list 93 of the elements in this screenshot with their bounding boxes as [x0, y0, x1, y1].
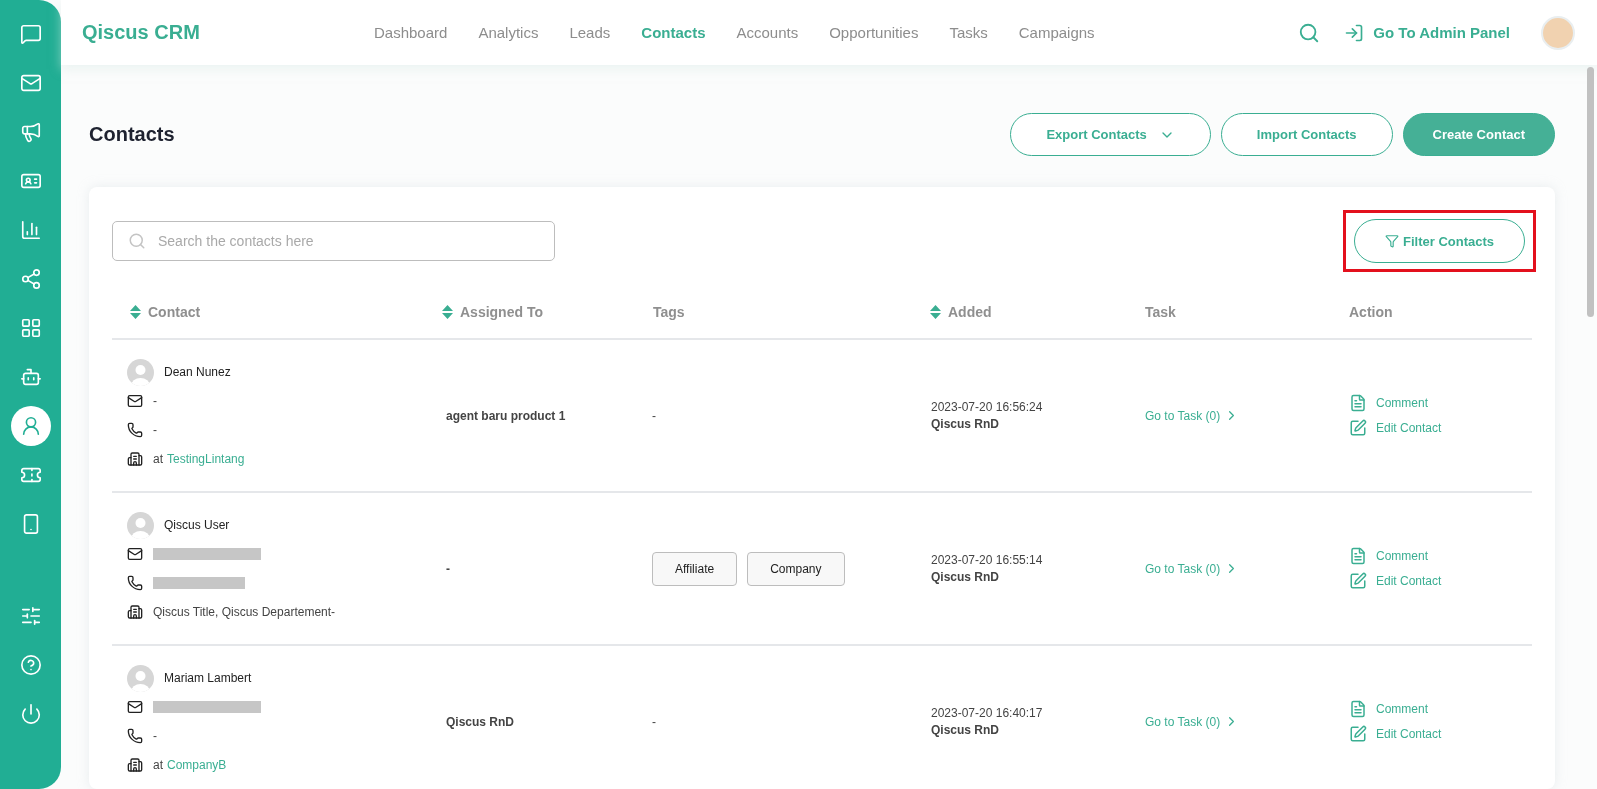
- mail-icon: [127, 393, 143, 409]
- avatar-placeholder: [127, 511, 154, 539]
- added-date: 2023-07-20 16:40:17: [931, 706, 1044, 720]
- page-title: Contacts: [89, 123, 175, 146]
- nav-link[interactable]: Tasks: [949, 24, 988, 41]
- tags-empty: -: [651, 408, 657, 423]
- sidebar-item[interactable]: [10, 406, 51, 446]
- edit-icon: [1349, 725, 1367, 743]
- nav-link[interactable]: Campaigns: [1018, 24, 1095, 41]
- tag-chip: Company: [747, 551, 845, 586]
- assigned-agent: agent baru product 1: [445, 408, 567, 423]
- added-by: Qiscus RnD: [931, 570, 1000, 584]
- phone-icon: [127, 728, 143, 744]
- nav-link[interactable]: Contacts: [641, 24, 706, 41]
- contact-name[interactable]: Qiscus User: [164, 518, 230, 532]
- column-header: Added: [948, 304, 992, 320]
- sort-icon[interactable]: [130, 305, 141, 319]
- building-icon: [127, 757, 143, 773]
- tags-empty: -: [651, 714, 657, 729]
- comment-icon: [1349, 700, 1367, 718]
- task-link[interactable]: Go to Task (0): [1122, 561, 1328, 576]
- building-icon: [127, 451, 143, 467]
- contact-detail: -: [153, 423, 157, 437]
- added-date: 2023-07-20 16:55:14: [931, 553, 1044, 567]
- chat-icon: [19, 23, 42, 45]
- comment-icon: [1349, 394, 1367, 412]
- edit-icon: [1349, 419, 1367, 437]
- added-by: Qiscus RnD: [931, 417, 1000, 431]
- edit-link[interactable]: Edit Contact: [1349, 725, 1532, 743]
- comment-link[interactable]: Comment: [1349, 394, 1532, 412]
- search-icon: [1298, 21, 1321, 44]
- power-icon: [19, 703, 42, 725]
- scrollbar-thumb[interactable]: [1587, 67, 1594, 317]
- sliders-icon: [19, 605, 42, 627]
- column-header: Contact: [148, 304, 201, 320]
- added-by: Qiscus RnD: [931, 723, 1000, 737]
- mail-icon: [127, 546, 143, 562]
- nav-link[interactable]: Opportunities: [829, 24, 919, 41]
- action-button[interactable]: Import Contacts: [1220, 113, 1393, 156]
- brand-logo: Qiscus CRM: [82, 21, 201, 44]
- login-icon: [1344, 22, 1365, 43]
- phone-icon: [127, 422, 143, 438]
- edit-icon: [1349, 572, 1367, 590]
- megaphone-icon: [19, 121, 42, 143]
- column-header: Tags: [653, 304, 685, 320]
- assigned-agent: -: [445, 561, 451, 576]
- column-header: Task: [1145, 304, 1176, 320]
- contact-name[interactable]: Mariam Lambert: [164, 671, 252, 685]
- task-link[interactable]: Go to Task (0): [1122, 714, 1328, 729]
- help-icon: [19, 654, 42, 676]
- admin-panel-link[interactable]: Go To Admin Panel: [1344, 22, 1510, 43]
- task-link[interactable]: Go to Task (0): [1122, 408, 1328, 423]
- mail-icon: [19, 72, 42, 94]
- user-avatar[interactable]: [1541, 15, 1575, 50]
- job-title: Qiscus Title, Qiscus Departement-: [153, 605, 336, 619]
- phone-icon: [127, 575, 143, 591]
- share-icon: [19, 268, 42, 290]
- contact-detail: -: [153, 729, 157, 743]
- export-dropdown[interactable]: Export Contacts: [1010, 113, 1211, 156]
- nav-link[interactable]: Dashboard: [374, 24, 448, 41]
- company-link[interactable]: TestingLintang: [167, 452, 245, 466]
- chart-icon: [19, 219, 42, 241]
- company-label: at: [153, 452, 163, 466]
- column-header: Action: [1349, 304, 1393, 320]
- building-icon: [127, 604, 143, 620]
- grid-icon: [19, 317, 42, 339]
- filter-button[interactable]: Filter Contacts: [1354, 219, 1525, 263]
- comment-link[interactable]: Comment: [1349, 700, 1532, 718]
- comment-link[interactable]: Comment: [1349, 547, 1532, 565]
- nav-link[interactable]: Accounts: [736, 24, 799, 41]
- avatar-placeholder: [127, 664, 154, 692]
- bot-icon: [19, 366, 42, 388]
- contact-detail: -: [153, 394, 157, 408]
- comment-icon: [1349, 547, 1367, 565]
- mail-icon: [127, 699, 143, 715]
- sort-icon[interactable]: [442, 305, 453, 319]
- edit-link[interactable]: Edit Contact: [1349, 572, 1532, 590]
- nav-link[interactable]: Analytics: [478, 24, 539, 41]
- contact-name[interactable]: Dean Nunez: [164, 365, 231, 379]
- filter-icon: [1385, 234, 1399, 248]
- company-link[interactable]: CompanyB: [167, 758, 227, 772]
- nav-link[interactable]: Leads: [569, 24, 611, 41]
- search-field[interactable]: Search the contacts here: [112, 221, 555, 261]
- column-header: Assigned To: [460, 304, 543, 320]
- avatar-placeholder: [127, 358, 154, 386]
- tag-chip: Affiliate: [652, 551, 738, 586]
- company-label: at: [153, 758, 163, 772]
- added-date: 2023-07-20 16:56:24: [931, 400, 1044, 414]
- edit-link[interactable]: Edit Contact: [1349, 419, 1532, 437]
- assigned-agent: Qiscus RnD: [445, 714, 515, 729]
- action-button[interactable]: Create Contact: [1402, 113, 1555, 156]
- search-button[interactable]: [1298, 21, 1321, 44]
- sort-icon[interactable]: [930, 305, 941, 319]
